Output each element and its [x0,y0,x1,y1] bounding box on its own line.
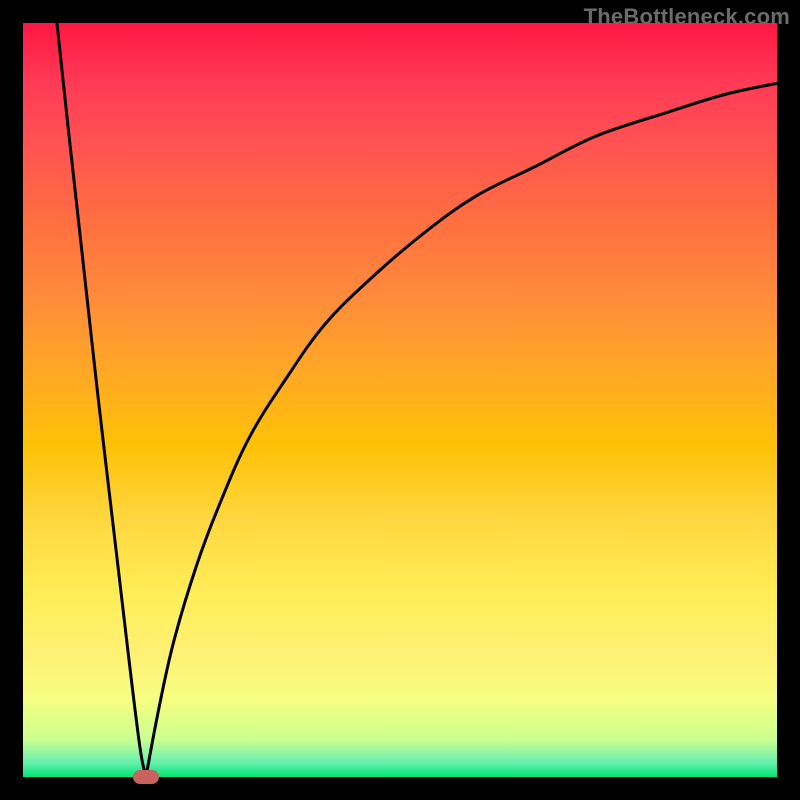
chart-frame: TheBottleneck.com [0,0,800,800]
watermark-text: TheBottleneck.com [584,4,790,30]
optimum-marker [133,770,159,784]
chart-plot-area [23,23,777,777]
bottleneck-curve [23,23,777,777]
